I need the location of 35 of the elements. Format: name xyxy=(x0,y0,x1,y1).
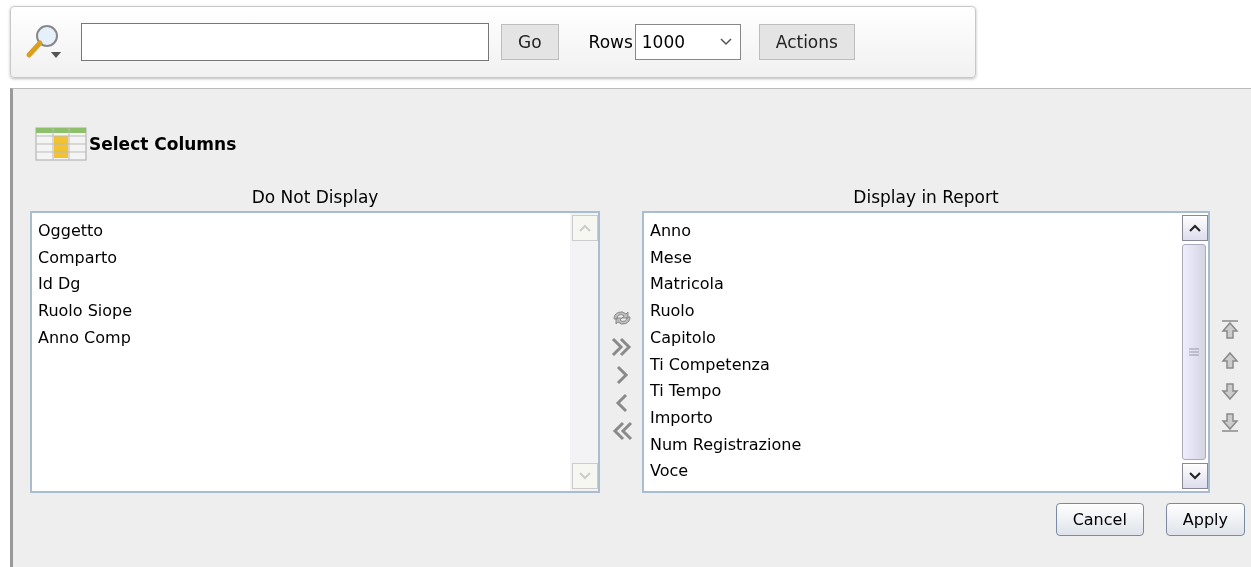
list-item[interactable]: Num Registrazione xyxy=(650,431,1174,459)
list-item[interactable]: Matricola xyxy=(650,271,1174,299)
list-item[interactable]: Ti Competenza xyxy=(650,351,1174,379)
panel-title: Select Columns xyxy=(89,134,237,154)
scroll-down-icon[interactable] xyxy=(1189,472,1201,480)
double-right-chevron-icon[interactable] xyxy=(610,335,634,359)
scroll-thumb[interactable] xyxy=(1182,244,1206,460)
list-item[interactable]: Mese xyxy=(650,244,1174,272)
list-item[interactable]: Anno xyxy=(650,218,1174,245)
list-item[interactable]: Oggetto xyxy=(38,218,564,245)
dialog-button[interactable]: Apply xyxy=(1165,503,1245,536)
list-item[interactable]: Ruolo Siope xyxy=(38,298,564,325)
go-button[interactable]: Go xyxy=(501,24,559,60)
caret-icon xyxy=(719,38,732,46)
dialog-button[interactable]: Cancel xyxy=(1055,503,1144,536)
list-item[interactable]: Capitolo xyxy=(650,324,1174,352)
column-list[interactable]: Oggetto Comparto Id Dg Ruolo Siope Anno Comp xyxy=(30,211,600,493)
double-left-chevron-icon[interactable] xyxy=(610,419,634,443)
list-item[interactable]: Id Dg xyxy=(38,271,564,299)
actions-button[interactable]: Actions xyxy=(758,24,855,60)
rows-label: Rows xyxy=(588,32,633,52)
scroll-up-icon[interactable] xyxy=(1189,224,1201,232)
search-field[interactable] xyxy=(81,23,489,61)
list-item[interactable]: Importo xyxy=(650,404,1174,432)
list-item[interactable]: Ti Tempo xyxy=(650,378,1174,405)
list-item[interactable]: Voce xyxy=(650,458,1174,486)
table-columns-icon xyxy=(35,127,87,161)
scrollbar[interactable] xyxy=(1180,213,1208,491)
list-item[interactable]: Anno Comp xyxy=(38,324,564,352)
rows-select[interactable]: 1000 xyxy=(634,24,741,60)
column-list[interactable]: Anno Mese Matricola Ruolo Capitolo Ti Competenza Ti Tempo Importo Num Registrazione Voce xyxy=(642,211,1210,493)
list-item[interactable]: Comparto xyxy=(38,244,564,272)
list-item[interactable]: Ruolo xyxy=(650,298,1174,325)
list-heading: Do Not Display xyxy=(250,187,380,207)
list-heading: Display in Report xyxy=(852,187,1000,207)
